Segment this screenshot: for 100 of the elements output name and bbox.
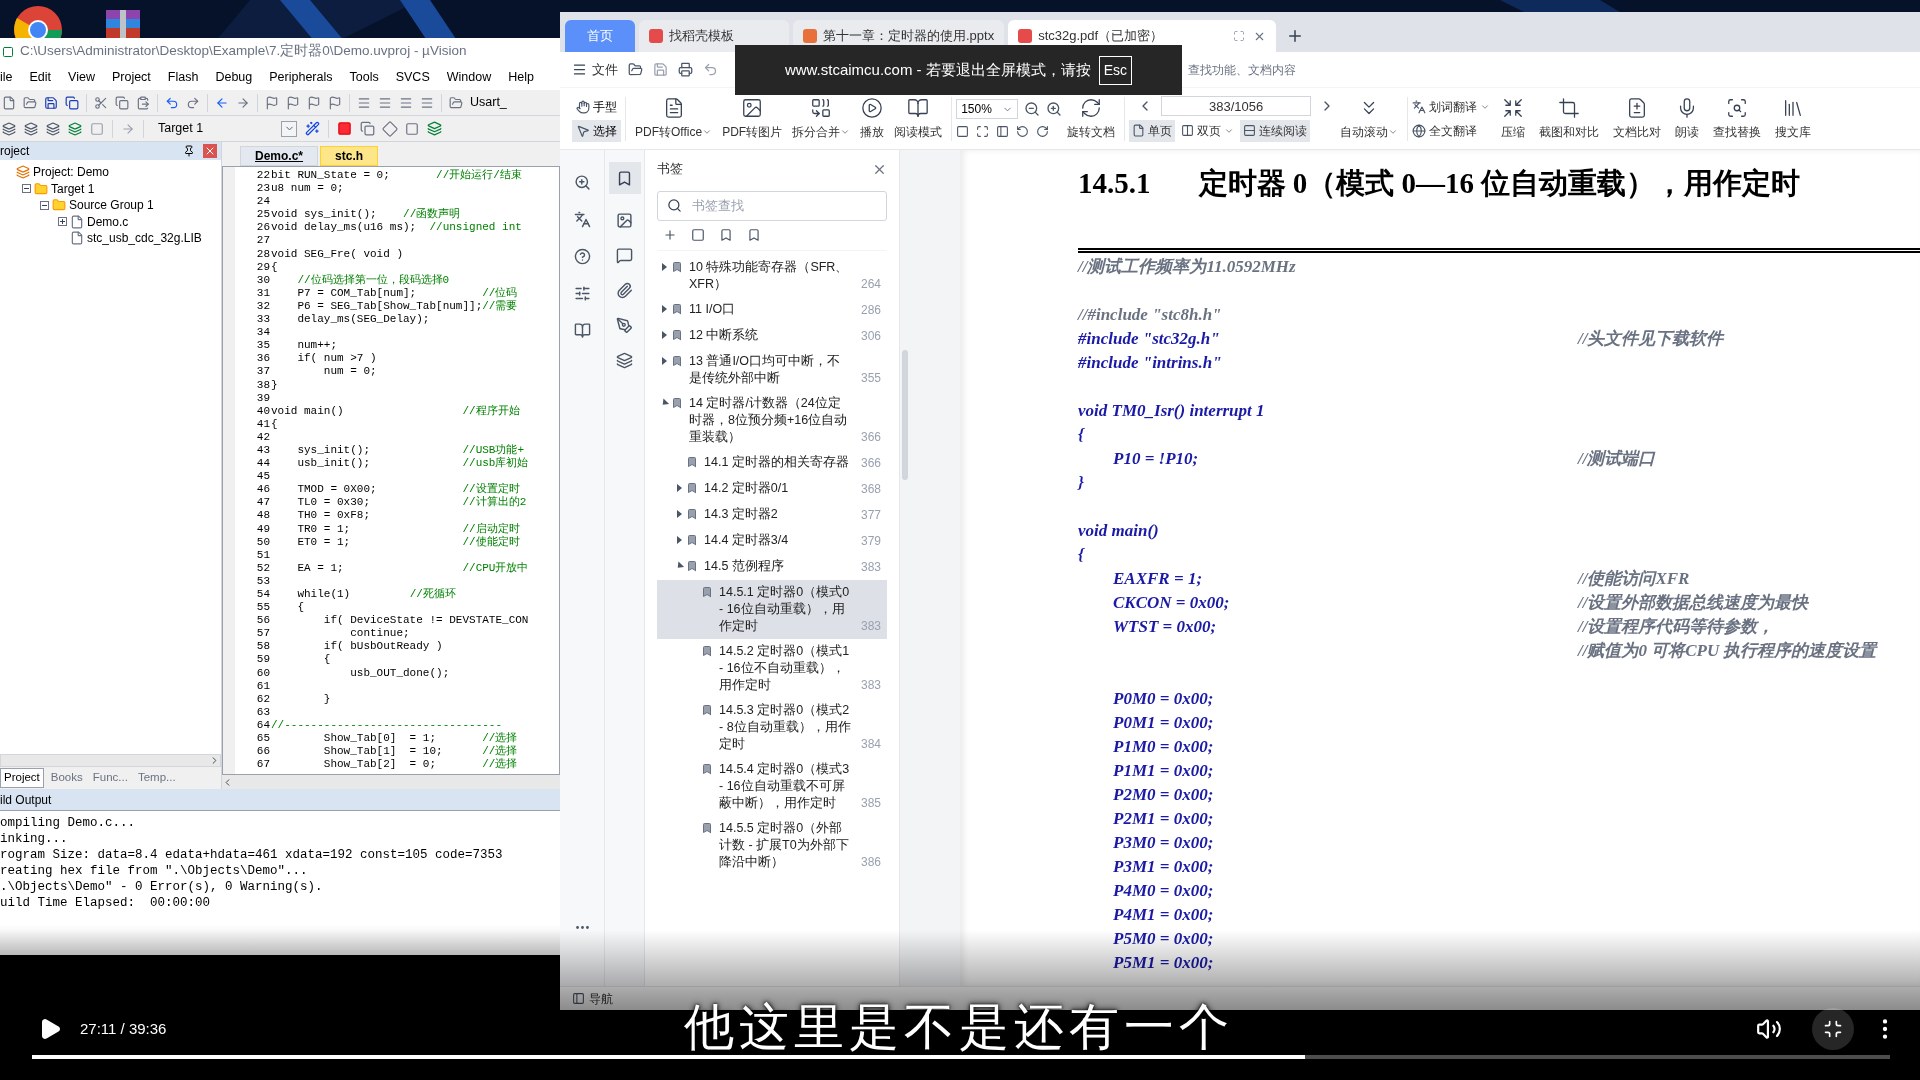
menu-item[interactable]: Tools (349, 68, 379, 87)
expand-box-icon[interactable] (58, 217, 67, 227)
toolbar-button[interactable]: PDF转图片 (717, 92, 788, 145)
bookmark-item[interactable]: 11 I/O口 286 (657, 296, 887, 323)
document-tab[interactable]: 找稻壳模板 (639, 20, 789, 52)
actual-size-icon[interactable] (956, 125, 970, 138)
view-button[interactable]: 双页 (1178, 119, 1238, 142)
toolbar-button[interactable]: PDF转Office (630, 92, 718, 145)
undo-icon[interactable] (165, 95, 179, 110)
print-icon[interactable] (678, 62, 693, 77)
expand-arrow-icon[interactable] (661, 356, 667, 365)
bookmark-icon[interactable] (719, 228, 733, 243)
expand-arrow-icon[interactable] (676, 535, 682, 544)
menu-item[interactable]: View (68, 68, 95, 87)
menu-item[interactable]: ile (0, 68, 13, 87)
menu-item[interactable]: Flash (167, 68, 199, 87)
diamond-icon[interactable] (380, 118, 400, 139)
target-dropdown[interactable]: Target 1 (152, 118, 297, 139)
layers-icon[interactable] (616, 352, 633, 369)
translate-button[interactable]: 全文翻译 (1412, 121, 1491, 140)
attachment-icon[interactable] (616, 282, 633, 299)
editor-tab[interactable]: Demo.c* (240, 146, 319, 166)
editor-tab[interactable]: stc.h (320, 146, 379, 166)
windows-icon[interactable] (360, 121, 375, 136)
save-all-icon[interactable] (65, 95, 79, 110)
panel-tab[interactable]: Books (47, 769, 86, 787)
save-icon[interactable] (44, 95, 58, 110)
image-icon[interactable] (616, 212, 633, 229)
bookmark-panel-button[interactable] (608, 162, 641, 194)
search-hint[interactable]: 查找功能、文档内容 (1188, 60, 1296, 79)
redo-icon[interactable] (186, 95, 200, 110)
flag-icon[interactable] (307, 95, 321, 110)
panel-icon[interactable] (572, 992, 585, 1005)
view-button[interactable]: 连续阅读 (1240, 119, 1311, 142)
help-icon[interactable] (573, 248, 591, 265)
menu-icon[interactable] (572, 62, 587, 77)
toolbar-button[interactable]: 拆分合并 (787, 92, 856, 145)
toolbar-button[interactable]: 旋转文档 (1062, 92, 1121, 145)
collapse-box-icon[interactable] (22, 184, 31, 194)
book-icon[interactable] (573, 322, 591, 339)
bookmark-item[interactable]: 14.1 定时器的相关寄存器 366 (657, 449, 887, 476)
tree-item[interactable]: stc_usb_cdc_32g.LIB (87, 229, 202, 248)
toolbar-label[interactable]: Usart_ (470, 93, 507, 112)
view-button[interactable]: 单页 (1129, 119, 1176, 142)
toolbar-button[interactable]: 自动滚动 (1335, 92, 1404, 145)
bookmark-icon[interactable] (747, 228, 761, 243)
wand-icon[interactable] (305, 121, 320, 136)
new-file-icon[interactable] (2, 95, 16, 110)
expand-arrow-icon[interactable] (661, 262, 667, 271)
toolbar-button[interactable]: 文档比对 (1608, 92, 1667, 145)
expand-arrow-icon[interactable] (661, 330, 667, 339)
page-field[interactable]: 383/1056 (1161, 95, 1312, 116)
horizontal-scrollbar[interactable] (222, 775, 560, 789)
scrollbar-thumb[interactable] (902, 350, 908, 480)
file-menu[interactable]: 文件 (592, 59, 618, 80)
open-folder-icon[interactable] (23, 95, 37, 110)
pen-icon[interactable] (616, 317, 633, 334)
rotate-left-icon[interactable] (1016, 125, 1030, 138)
toolbar-button[interactable]: 截图和对比 (1534, 92, 1605, 145)
bookmark-item[interactable]: 14.5.1 定时器0（模式0 - 16位自动重载），用作定时 383 (657, 579, 887, 639)
bookmark-item[interactable]: 12 中断系统 306 (657, 322, 887, 349)
folder-icon[interactable] (449, 95, 463, 110)
tree-item[interactable]: Project: Demo (33, 163, 110, 182)
tree-item[interactable]: Target 1 (51, 179, 95, 198)
flag-icon[interactable] (286, 95, 300, 110)
expand-arrow-icon[interactable] (661, 304, 667, 313)
toolbar-button[interactable]: 阅读模式 (889, 92, 948, 145)
progress-track[interactable] (32, 1055, 1890, 1059)
menu-item[interactable]: Window (446, 68, 492, 87)
menu-item[interactable]: Debug (215, 68, 253, 87)
menu-item[interactable]: Peripherals (269, 68, 333, 87)
copy-icon[interactable] (115, 95, 129, 110)
flag-icon[interactable] (265, 95, 279, 110)
translate-button[interactable]: 划词翻译 (1412, 97, 1491, 116)
exit-fullscreen-button[interactable] (1812, 1008, 1854, 1050)
menu-item[interactable]: Edit (29, 68, 52, 87)
file-icon[interactable] (70, 231, 84, 246)
bookmark-item[interactable]: 14.5.5 定时器0（外部计数 - 扩展T0为外部下降沿中断） 386 (657, 815, 887, 875)
fit-width-icon[interactable] (996, 125, 1010, 138)
flag-icon[interactable] (328, 95, 342, 110)
toolbar-button[interactable]: 搜文库 (1770, 92, 1817, 145)
rotate-right-icon[interactable] (1036, 125, 1050, 138)
close-button[interactable] (203, 144, 217, 158)
bookmark-item[interactable]: 14.5.2 定时器0（模式1 - 16位不自动重载），用作定时 383 (657, 638, 887, 698)
cut-icon[interactable] (94, 95, 108, 110)
menu-item[interactable]: SVCS (395, 68, 430, 87)
mode-button[interactable]: 手型 (572, 95, 621, 118)
toolbar-button[interactable]: 朗读 (1670, 92, 1705, 145)
expand-arrow-icon[interactable] (676, 483, 682, 492)
bookmark-item[interactable]: 14.5.3 定时器0（模式2 - 8位自动重载），用作定时 384 (657, 697, 887, 757)
bookmark-item[interactable]: 13 普通I/O口均可中断，不是传统外部中断 355 (657, 348, 887, 391)
navigation-button[interactable]: 导航 (589, 989, 613, 1008)
add-bookmark-icon[interactable] (663, 228, 677, 243)
zoom-field[interactable]: 150% (956, 99, 1019, 119)
bookmark-item[interactable]: 14 定时器/计数器（24位定时器，8位预分频+16位自动重装载） 366 (657, 390, 887, 450)
bookmark-item[interactable]: 14.3 定时器2 377 (657, 501, 887, 528)
toolbar-button[interactable]: 查找替换 (1708, 92, 1767, 145)
bookmark-item[interactable]: 14.5.4 定时器0（模式3 - 16位自动重载不可屏蔽中断），用作定时 385 (657, 756, 887, 816)
fit-page-icon[interactable] (976, 125, 990, 138)
mode-button[interactable]: 选择 (572, 119, 621, 142)
